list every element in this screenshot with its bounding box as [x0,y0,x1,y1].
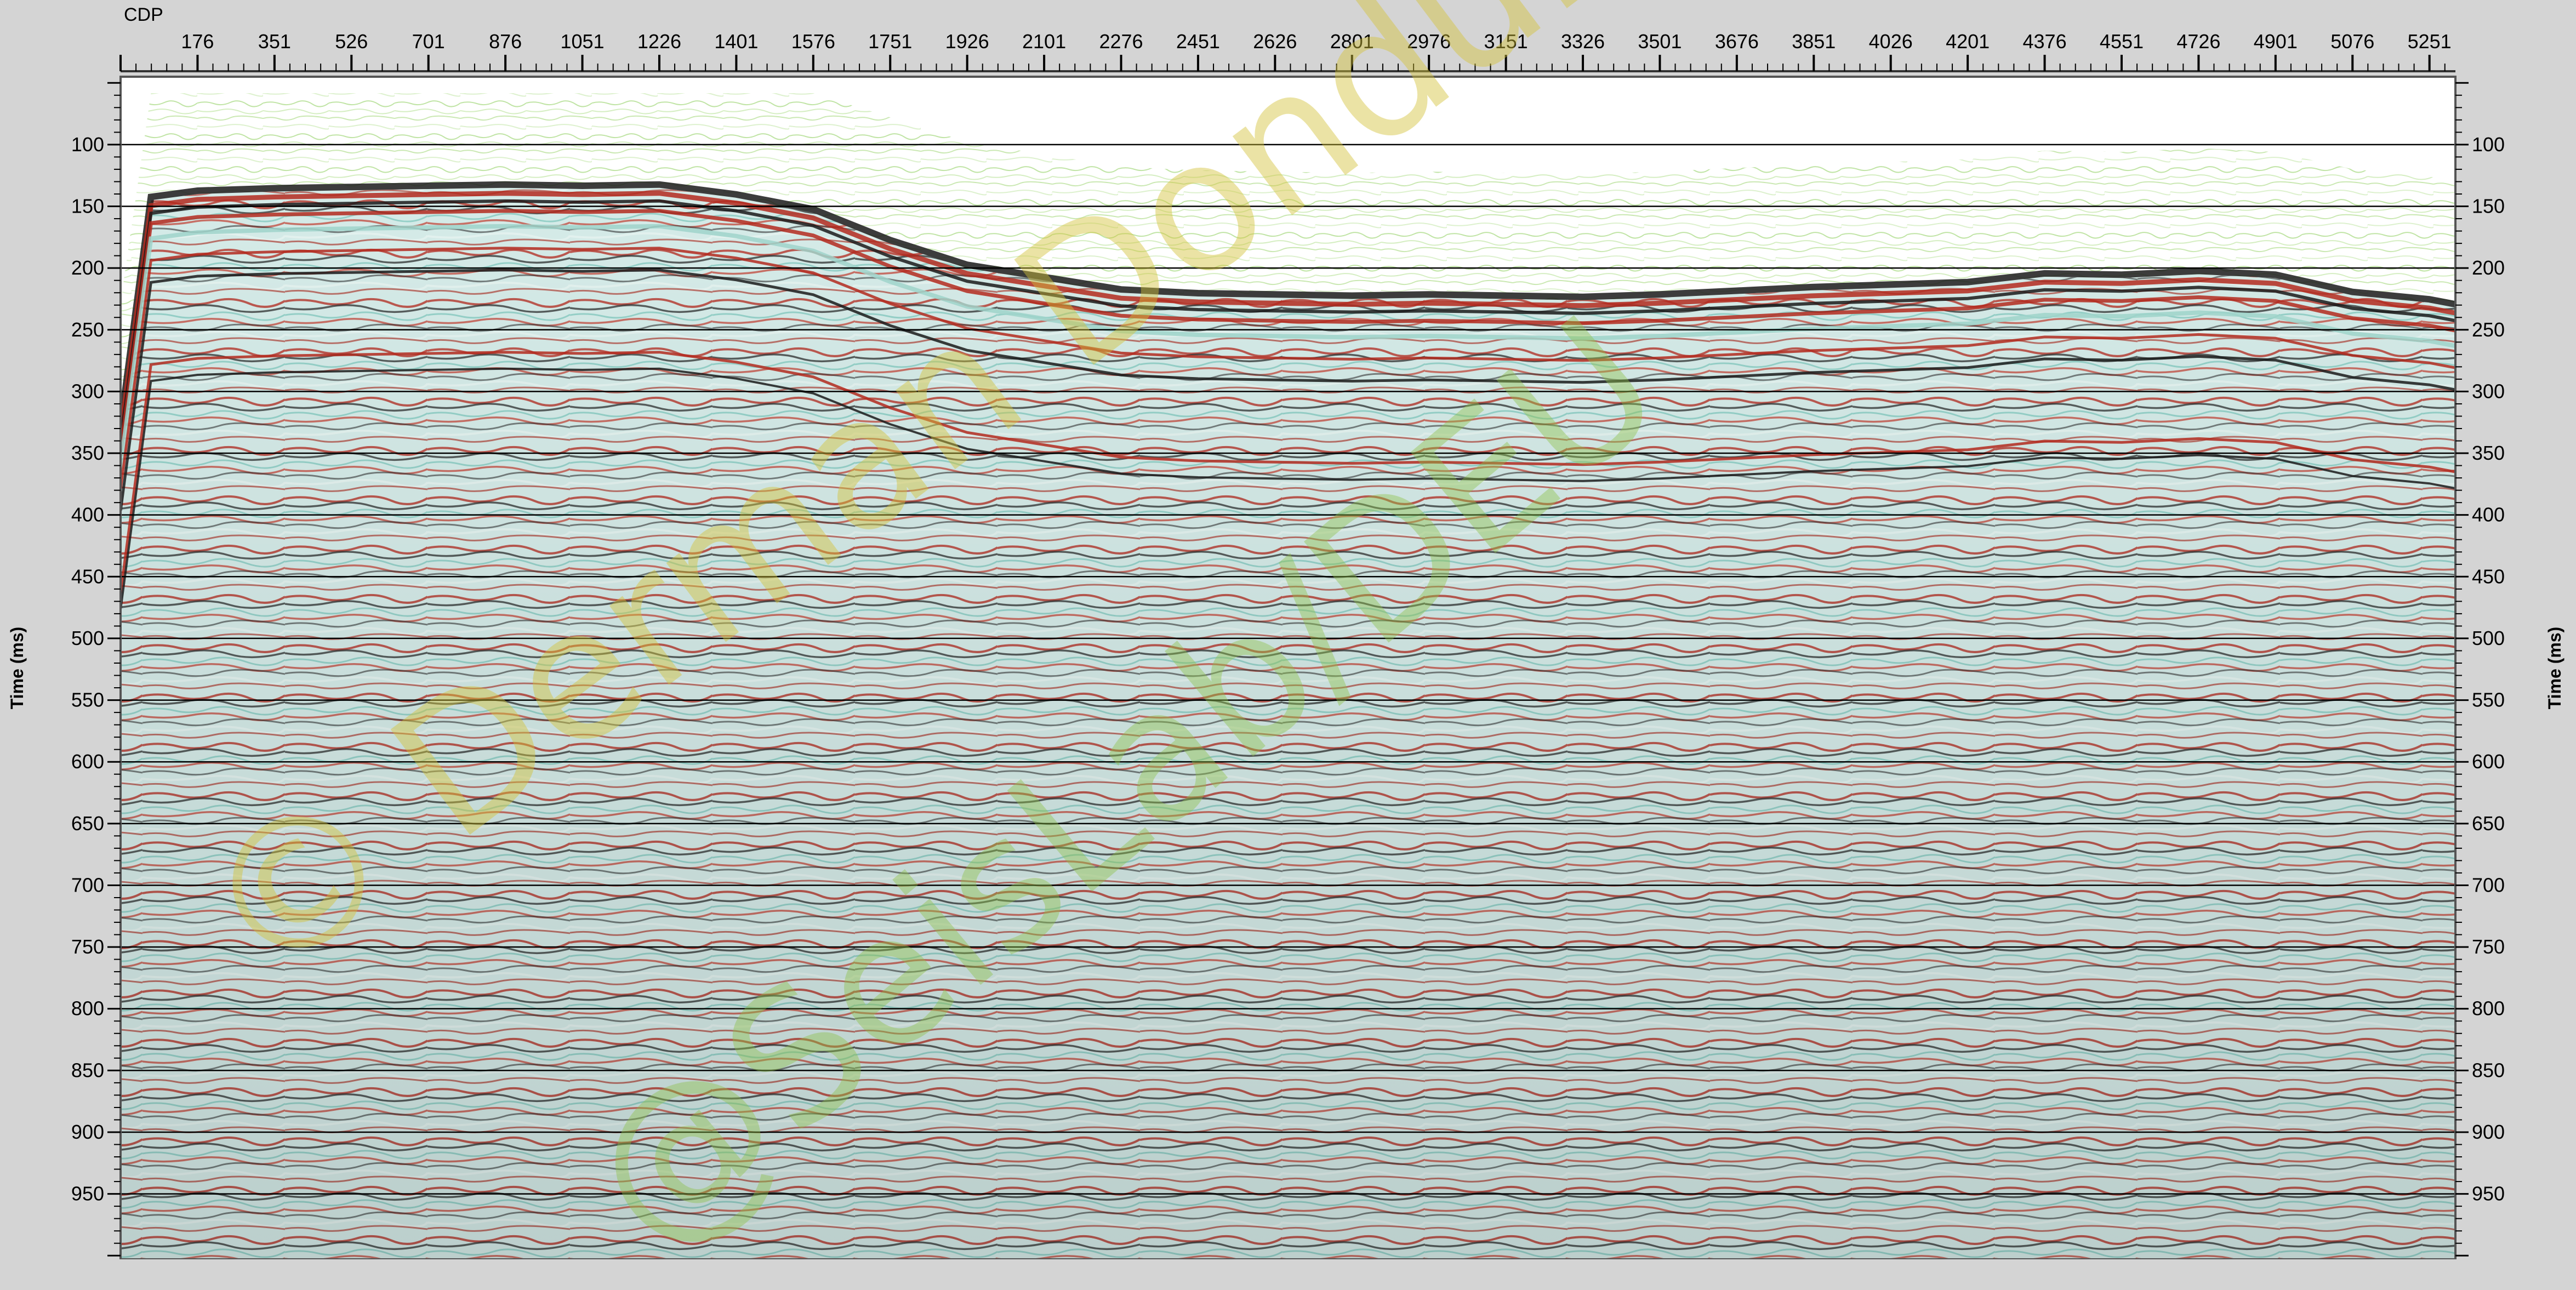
y-tick-label-left: 950 [71,1183,104,1205]
x-tick-label: 701 [412,30,445,53]
y-tick-label-left: 800 [71,997,104,1020]
y-tick-label-left: 150 [71,195,104,218]
x-tick-label: 4726 [2176,30,2220,53]
y-axis-left: 100 150 200 250 300 350 400 450 500 550 600 650 700 7… [71,82,121,1257]
y-tick-label-right: 850 [2472,1059,2505,1081]
x-tick-label: 2276 [1099,30,1143,53]
y-tick-label-right: 600 [2472,750,2505,773]
x-tick-label: 4551 [2100,30,2144,53]
x-tick-label: 4901 [2254,30,2298,53]
y-tick-label-right: 800 [2472,997,2505,1020]
y-tick-label-left: 750 [71,935,104,958]
y-tick-label-right: 300 [2472,380,2505,402]
y-tick-label-left: 850 [71,1059,104,1081]
y-tick-label-right: 350 [2472,442,2505,464]
y-tick-label-left: 650 [71,812,104,835]
y-tick-label-left: 500 [71,627,104,649]
y-tick-label-left: 600 [71,750,104,773]
x-tick-label: 351 [258,30,291,53]
y-tick-label-right: 950 [2472,1183,2505,1205]
x-tick-label: 1926 [945,30,989,53]
subsurface-depth-shade [121,187,2455,1259]
x-axis-title: CDP [124,4,163,25]
y-tick-label-right: 450 [2472,565,2505,587]
x-axis-cdp: 176 351 526 701 876 1051 1226 1401 1576 1751 1926 2… [119,30,2452,71]
x-tick-label: 526 [335,30,368,53]
y-tick-label-left: 550 [71,689,104,711]
x-tick-label: 1751 [868,30,912,53]
x-tick-label: 876 [489,30,522,53]
y-tick-label-left: 100 [71,133,104,156]
y-tick-label-right: 700 [2472,874,2505,896]
x-tick-label: 4201 [1946,30,1990,53]
y-axis-title-right: Time (ms) [2545,627,2564,710]
x-tick-label: 5076 [2330,30,2374,53]
x-tick-label: 3151 [1484,30,1528,53]
y-axis-right: 100 150 200 250 300 350 400 450 500 550 600 650 700 7… [2455,82,2505,1257]
seismic-section-frame: 176 351 526 701 876 1051 1226 1401 1576 1751 1926 2… [0,0,2576,1290]
x-tick-label: 176 [181,30,214,53]
x-tick-label: 1226 [637,30,681,53]
y-tick-label-left: 200 [71,256,104,279]
seismic-section-chart: 176 351 526 701 876 1051 1226 1401 1576 1751 1926 2… [7,4,2564,1259]
x-tick-label: 1401 [714,30,758,53]
x-tick-label: 2801 [1330,30,1374,53]
x-tick-label: 4026 [1869,30,1913,53]
y-tick-label-right: 900 [2472,1121,2505,1143]
y-tick-label-left: 900 [71,1121,104,1143]
x-tick-label: 3326 [1561,30,1605,53]
y-axis-title-left: Time (ms) [7,627,27,710]
y-tick-label-left: 250 [71,318,104,341]
x-tick-label: 3851 [1792,30,1836,53]
y-tick-label-right: 550 [2472,689,2505,711]
y-tick-label-right: 500 [2472,627,2505,649]
x-tick-label: 3501 [1638,30,1682,53]
y-tick-label-right: 750 [2472,935,2505,958]
y-tick-label-left: 350 [71,442,104,464]
x-tick-label: 1576 [791,30,835,53]
y-tick-label-right: 250 [2472,318,2505,341]
x-tick-label: 2976 [1407,30,1451,53]
x-tick-label: 2451 [1176,30,1220,53]
x-tick-label: 4376 [2023,30,2067,53]
x-tick-label: 2626 [1253,30,1297,53]
x-tick-label: 1051 [560,30,604,53]
y-tick-label-right: 100 [2472,133,2505,156]
y-tick-label-right: 200 [2472,256,2505,279]
y-tick-label-left: 300 [71,380,104,402]
y-tick-label-left: 450 [71,565,104,587]
y-tick-label-left: 700 [71,874,104,896]
x-tick-label: 3676 [1715,30,1759,53]
y-tick-label-right: 400 [2472,504,2505,526]
y-tick-label-left: 400 [71,504,104,526]
y-tick-label-right: 150 [2472,195,2505,218]
x-tick-label: 2101 [1022,30,1066,53]
x-tick-label: 5251 [2408,30,2452,53]
y-tick-label-right: 650 [2472,812,2505,835]
